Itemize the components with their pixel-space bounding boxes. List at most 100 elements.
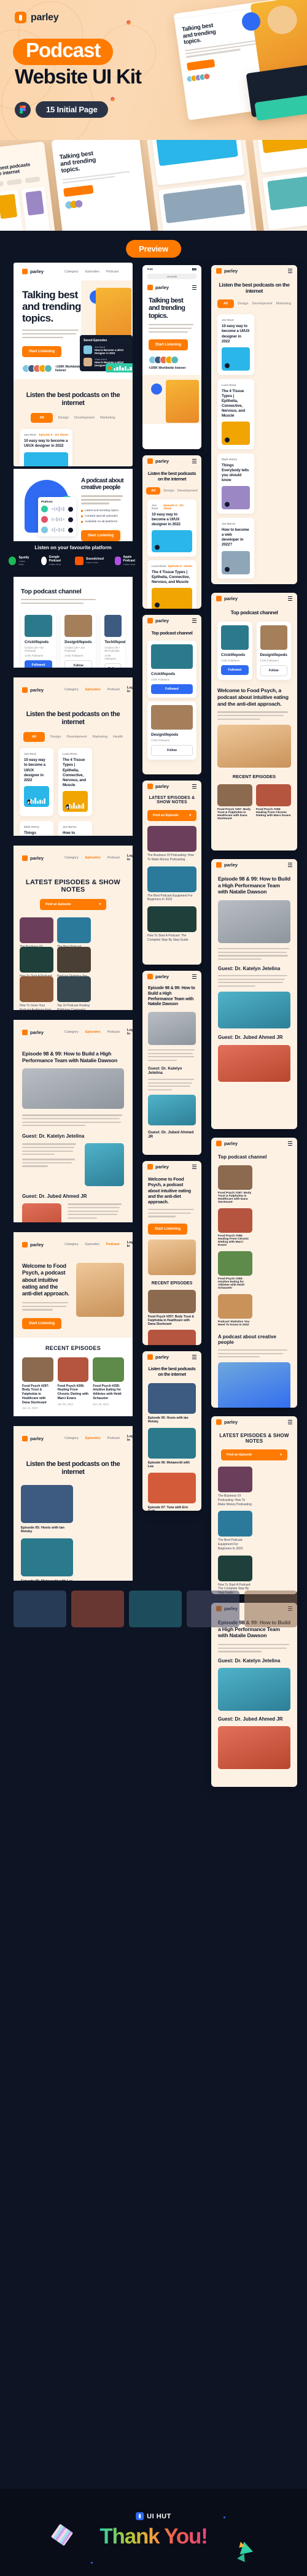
mock-mobile-article[interactable]: parley Episode 98 & 99: How to Build a H… — [142, 971, 201, 1155]
recent-episode-card[interactable]: Food Psych #296: Healing From Chronic Di… — [57, 1357, 89, 1410]
note-card[interactable]: The Business Of Podcasting: How To Make … — [147, 826, 196, 862]
recent-episode-card[interactable]: Food Psych #296: Healing From Chronic Di… — [218, 1208, 252, 1247]
platform-google-podcast[interactable]: Google Podcast Listen Now — [41, 555, 64, 566]
filter-marketing[interactable]: Marketing — [92, 735, 107, 739]
recent-episode-card[interactable]: Food Psych #295: Intuitive Eating for At… — [93, 1357, 125, 1410]
mock-mobile-home[interactable]: 9:41 ▮▮▮ art.credit parley Talking best a… — [142, 265, 201, 449]
nav-category[interactable]: Category — [64, 688, 79, 692]
episode-select[interactable]: Find an Episode ▾ — [40, 899, 106, 910]
episode-card[interactable]: Joe Root Episode 5 - 1hr 25min 10 easy wa… — [20, 429, 72, 466]
final-card[interactable]: Episode 06: Metaworld with Lea — [148, 1427, 196, 1468]
channel-follow-button[interactable]: Follow — [64, 660, 93, 668]
mock-channels-section[interactable]: Top podcast channel Cricklifepods Cricke… — [14, 577, 133, 668]
recent-episode-card[interactable]: Food Psych #295: Intuitive Eating for At… — [218, 1251, 252, 1290]
recent-episode-card[interactable]: Food Psych #297: Body Trust & Fatphobia … — [22, 1357, 53, 1409]
mock-tablet-article[interactable]: parley Episode 98 & 99: How to Build a H… — [211, 859, 297, 1129]
episode-card[interactable]: Mark Henry Things Everybody tells you sh… — [20, 820, 53, 836]
recent-episode-card[interactable]: Food Psych #296: Healing From Chronic Di… — [148, 1329, 196, 1345]
channel-card[interactable]: Designlifepods Cricket Life • 110 Podcas… — [61, 611, 96, 668]
nav-episodes[interactable]: Episodes — [85, 688, 101, 692]
mock-article-page[interactable]: parley Category Episodes Podcast Log InS… — [14, 1020, 133, 1222]
platform-spotify[interactable]: Spotify Listen Now — [8, 556, 30, 566]
note-card[interactable]: How To Start A Podcast: The Complete Ste… — [147, 906, 196, 943]
episode-card[interactable]: Joe Root 10 easy way to become a UI/UX d… — [20, 748, 53, 816]
blog-cta-button[interactable]: Start Listening — [22, 1317, 62, 1329]
nav-podcast[interactable]: Podcast — [107, 688, 120, 692]
nav-episodes[interactable]: Episodes — [85, 270, 99, 274]
channel-card[interactable]: Cricklifepods 172K Followers Followed — [147, 641, 196, 698]
nav-podcast[interactable]: Podcast — [106, 270, 119, 274]
note-card[interactable]: How To Grow Your Podcast Audience Fast — [20, 976, 53, 1010]
final-card[interactable]: Episode 05: Hosts with Ian Retsky — [148, 1382, 196, 1424]
channel-card[interactable]: Cricklifepods Cricket Life • 50 Podcasts… — [21, 611, 56, 668]
channel-card[interactable]: Designlifepods 172K Followers Follow — [256, 622, 291, 681]
player-bar[interactable] — [106, 363, 133, 372]
menu-icon[interactable] — [192, 459, 196, 463]
platform-soundcloud[interactable]: Soundcloud Listen Now — [75, 556, 104, 565]
filter-marketing[interactable]: Marketing — [100, 416, 115, 420]
menu-icon[interactable] — [192, 784, 196, 789]
final-card[interactable]: Episode 06: Metaworld with Lea — [21, 1538, 73, 1581]
mock-home-hero[interactable]: parley Category Episodes Podcast Talking… — [14, 263, 133, 466]
nav-category[interactable]: Category — [64, 856, 79, 860]
saved-item[interactable]: Joe Root How to Become a UI/UX Designer … — [84, 345, 129, 355]
menu-icon[interactable] — [192, 974, 196, 979]
note-card[interactable]: How To Start A Podcast: The Complete Ste… — [20, 947, 53, 987]
mobile-cta-button[interactable]: Start Listening — [149, 339, 188, 351]
nav-category[interactable]: Category — [64, 270, 79, 274]
login-link[interactable]: Log In — [127, 686, 133, 693]
channel-follow-button[interactable]: Follow — [104, 663, 122, 668]
nav-podcast[interactable]: Podcast — [107, 856, 120, 860]
filter-development[interactable]: Development — [74, 416, 95, 420]
episode-card[interactable]: Ellyse PerryHow to keep safe us from cov… — [217, 582, 254, 584]
mock-latest-episodes-page[interactable]: parley Category Episodes Podcast Log InS… — [14, 846, 133, 1010]
note-card[interactable]: Top 10 Podcast Hosting Platforms Compare… — [57, 976, 91, 1010]
recent-episode-card[interactable]: Food Psych #297: Body Trust & Fatphobia … — [218, 1165, 252, 1204]
episode-select[interactable]: Find an Episode ▾ — [147, 810, 196, 821]
mock-mobile-final[interactable]: parley Listen the best podcasts on the i… — [142, 1351, 201, 1511]
mock-final-listen-page[interactable]: parley Category Episodes Podcast Log InS… — [14, 1426, 133, 1581]
note-card[interactable]: The Best Podcast Equipment For Beginners… — [57, 917, 91, 957]
episode-card[interactable]: Joe Root 10 easy way to become a UI/UX de… — [217, 314, 254, 375]
channel-follow-button[interactable]: Followed — [25, 660, 53, 668]
note-card[interactable]: The Best Podcast Equipment For Beginners… — [218, 1511, 252, 1551]
note-card[interactable]: Podcast Statistics You Need To Know In 2… — [57, 947, 91, 982]
mock-mobile-blog[interactable]: parley Welcome to Food Psych, a podcast … — [142, 1161, 201, 1345]
mock-tablet-final[interactable]: parley LATEST EPISODES & SHOW NOTES Find… — [211, 1416, 297, 1594]
note-card[interactable]: The Business Of Podcasting: How To Make … — [20, 917, 53, 957]
channel-card[interactable]: Techlifepods Cricket Life • 80 Podcasts … — [101, 611, 125, 668]
menu-icon[interactable] — [288, 596, 292, 601]
filter-design[interactable]: Design — [58, 416, 69, 420]
filter-all[interactable]: All — [31, 413, 53, 423]
recent-episode-card[interactable]: Food Psych #297: Body Trust & Fatphobia … — [148, 1289, 196, 1326]
mock-tablet-blog[interactable]: parley Top podcast channel Food Psych #2… — [211, 1138, 297, 1408]
mock-mobile-episodes[interactable]: parley Listen the best podcasts on the i… — [142, 455, 201, 609]
filter-development[interactable]: Development — [66, 735, 87, 739]
channel-card[interactable]: Designlifepods 172K Followers Follow — [147, 701, 196, 760]
channel-card[interactable]: Cricklifepods 172K Followers Followed — [217, 622, 252, 681]
menu-icon[interactable] — [192, 1165, 196, 1169]
episode-card[interactable]: Joe Root Episode 5 - 1hr 25min 10 easy way… — [147, 499, 196, 557]
menu-icon[interactable] — [192, 1355, 196, 1359]
filter-all[interactable]: All — [23, 732, 45, 742]
episode-card[interactable]: Luna Rose Episode 6 - 34min The 4 Tissue T… — [147, 560, 196, 609]
filter-design[interactable]: Design — [50, 735, 61, 739]
recent-episode-card[interactable]: Podcast Statistics You Need To Know In 2… — [218, 1294, 252, 1327]
mock-tablet-episodes[interactable]: parley Listen the best podcasts on the i… — [211, 265, 297, 584]
menu-icon[interactable] — [288, 863, 292, 867]
mock-mobile-list[interactable]: parley Top podcast channel Cricklifepods… — [142, 615, 201, 774]
note-card[interactable]: The Business Of Podcasting: How To Make … — [218, 1467, 252, 1506]
preview-button[interactable]: Preview — [126, 240, 181, 258]
menu-icon[interactable] — [192, 619, 196, 623]
browser-url-bar[interactable]: art.credit — [147, 274, 196, 279]
episode-card[interactable]: Joe Burns How to become a web developer i… — [217, 518, 254, 579]
mock-tablet-channels[interactable]: parley Top podcast channel Cricklifepods… — [211, 593, 297, 850]
mock-blog-page[interactable]: parley Category Episodes Podcast Log InS… — [14, 1232, 133, 1416]
episode-card[interactable]: Mark Henry Things Everybody tells you sho… — [217, 453, 254, 514]
episode-card[interactable]: Luna Rose The 4 Tissue Types | Epithelia… — [58, 748, 92, 816]
menu-icon[interactable] — [192, 285, 196, 290]
episode-select[interactable]: Find an Episode ▾ — [221, 1449, 287, 1460]
note-card[interactable]: The Best Podcast Equipment For Beginners… — [147, 866, 196, 903]
final-card[interactable]: Episode 05: Hosts with Ian Retsky — [21, 1485, 73, 1533]
nav-episodes[interactable]: Episodes — [85, 856, 101, 860]
